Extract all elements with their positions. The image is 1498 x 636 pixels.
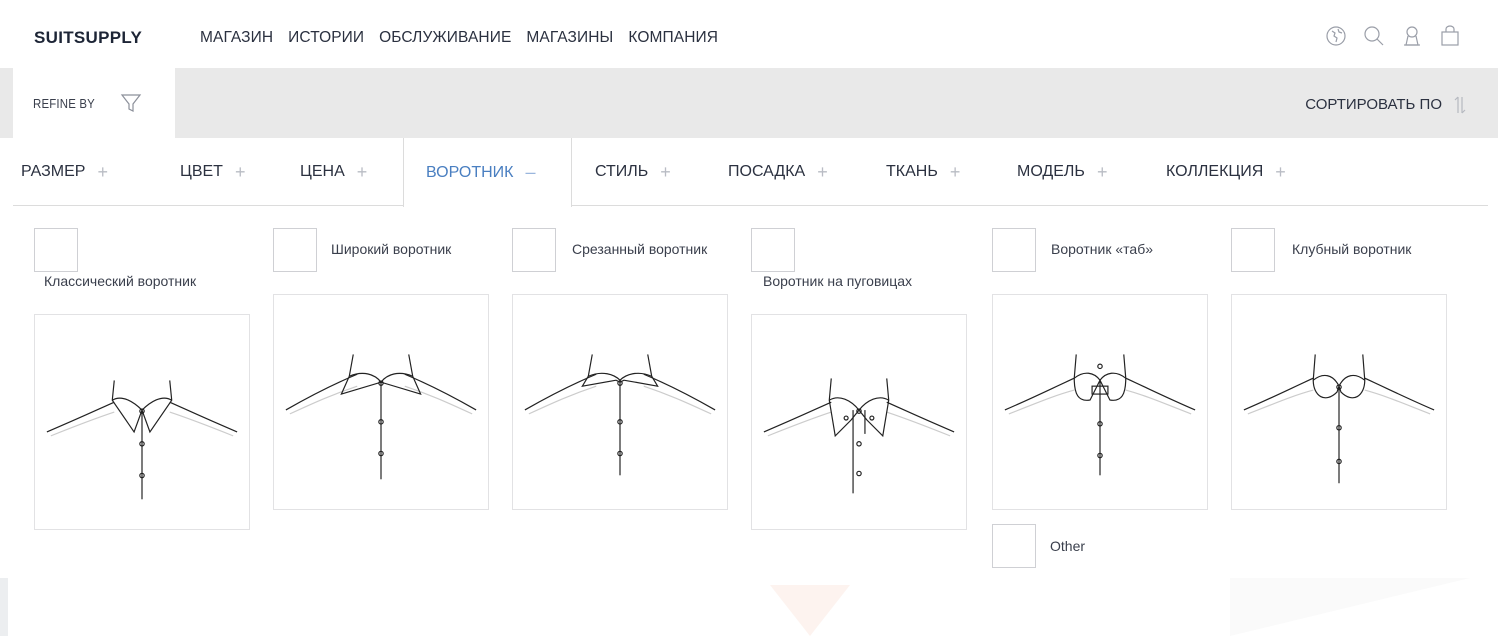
collar-label-buttondown[interactable]: Воротник на пуговицах: [763, 273, 912, 289]
tab-size[interactable]: РАЗМЕР +: [21, 138, 108, 206]
collar-image-tab[interactable]: [992, 294, 1208, 510]
collar-image-buttondown[interactable]: [751, 314, 967, 530]
collar-illustration-wide: [285, 354, 477, 480]
expand-plus-icon: +: [356, 161, 368, 182]
tab-model-label: МОДЕЛЬ: [1017, 163, 1085, 180]
collar-label-other[interactable]: Other: [1050, 538, 1085, 554]
collar-illustration-tab: [1004, 354, 1196, 476]
nav-link-company[interactable]: КОМПАНИЯ: [628, 29, 718, 47]
search-icon[interactable]: [1362, 24, 1386, 48]
tab-price-label: ЦЕНА: [300, 163, 345, 180]
collar-illustration-cutaway: [524, 354, 716, 476]
collar-checkbox-wide[interactable]: [273, 228, 317, 272]
globe-icon[interactable]: [1324, 24, 1348, 48]
expand-plus-icon: +: [97, 161, 108, 182]
collar-image-club[interactable]: [1231, 294, 1447, 510]
collar-checkbox-club[interactable]: [1231, 228, 1275, 272]
tab-price[interactable]: ЦЕНА +: [300, 138, 367, 206]
nav-icon-group: [1324, 24, 1462, 48]
sort-by-button[interactable]: СОРТИРОВАТЬ ПО: [1305, 96, 1442, 113]
expand-plus-icon: +: [949, 161, 961, 182]
collar-illustration-club: [1243, 354, 1435, 484]
collar-checkbox-tab[interactable]: [992, 228, 1036, 272]
collar-image-wide[interactable]: [273, 294, 489, 510]
collar-checkbox-other[interactable]: [992, 524, 1036, 568]
collar-label-club[interactable]: Клубный воротник: [1292, 241, 1411, 257]
collar-checkbox-buttondown[interactable]: [751, 228, 795, 272]
filter-funnel-icon: [120, 94, 142, 112]
decorative-shape: [1230, 578, 1470, 636]
collar-illustration-classic: [46, 380, 238, 500]
collar-checkbox-cutaway[interactable]: [512, 228, 556, 272]
collar-image-cutaway[interactable]: [512, 294, 728, 510]
collapse-minus-icon: –: [525, 162, 536, 182]
brand-logo[interactable]: SUITSUPPLY: [34, 28, 142, 48]
decorative-edge: [0, 578, 8, 636]
bag-icon[interactable]: [1438, 24, 1462, 48]
tab-style-label: СТИЛЬ: [595, 163, 649, 180]
collar-checkbox-classic[interactable]: [34, 228, 78, 272]
filter-category-tabs: РАЗМЕР + ЦВЕТ + ЦЕНА + ВОРОТНИК – СТИЛЬ + ПОС…: [13, 138, 1488, 207]
tab-collection-label: КОЛЛЕКЦИЯ: [1166, 163, 1264, 180]
expand-plus-icon: +: [234, 161, 246, 182]
collar-illustration-buttondown: [763, 378, 955, 494]
expand-plus-icon: +: [817, 161, 828, 182]
collar-label-classic[interactable]: Классический воротник: [44, 273, 196, 289]
expand-plus-icon: +: [660, 161, 671, 182]
tab-style[interactable]: СТИЛЬ +: [595, 138, 671, 206]
nav-link-shop[interactable]: МАГАЗИН: [200, 29, 273, 47]
main-nav-links: МАГАЗИН ИСТОРИИ ОБСЛУЖИВАНИЕ МАГАЗИНЫ КО…: [200, 29, 733, 47]
expand-plus-icon: +: [1096, 161, 1108, 182]
nav-link-stores[interactable]: МАГАЗИНЫ: [526, 29, 613, 47]
refine-by-tab[interactable]: REFINE BY: [13, 68, 175, 138]
account-icon[interactable]: [1400, 24, 1424, 48]
tab-size-label: РАЗМЕР: [21, 163, 86, 180]
tab-color-label: ЦВЕТ: [180, 163, 223, 180]
collar-image-classic[interactable]: [34, 314, 250, 530]
nav-link-service[interactable]: ОБСЛУЖИВАНИЕ: [379, 29, 511, 47]
sort-arrows-icon[interactable]: [1452, 94, 1468, 116]
collar-label-wide[interactable]: Широкий воротник: [331, 241, 451, 257]
tab-fabric-label: ТКАНЬ: [886, 163, 938, 180]
tab-fabric[interactable]: ТКАНЬ +: [886, 138, 960, 206]
decorative-shape: [770, 585, 850, 636]
tab-collar[interactable]: ВОРОТНИК –: [403, 138, 572, 207]
expand-plus-icon: +: [1275, 161, 1286, 182]
tab-collar-label: ВОРОТНИК: [426, 163, 514, 181]
tab-fit-label: ПОСАДКА: [728, 163, 806, 180]
tab-color[interactable]: ЦВЕТ +: [180, 138, 245, 206]
refine-by-label: REFINE BY: [33, 96, 95, 111]
collar-label-cutaway[interactable]: Срезанный воротник: [572, 241, 707, 257]
tab-fit[interactable]: ПОСАДКА +: [728, 138, 828, 206]
top-navigation: SUITSUPPLY МАГАЗИН ИСТОРИИ ОБСЛУЖИВАНИЕ …: [0, 0, 1498, 68]
tab-model[interactable]: МОДЕЛЬ +: [1017, 138, 1107, 206]
nav-link-stories[interactable]: ИСТОРИИ: [288, 29, 364, 47]
collar-label-tab[interactable]: Воротник «таб»: [1051, 241, 1153, 257]
tab-collection[interactable]: КОЛЛЕКЦИЯ +: [1166, 138, 1286, 206]
refine-bar: REFINE BY СОРТИРОВАТЬ ПО: [0, 68, 1498, 138]
